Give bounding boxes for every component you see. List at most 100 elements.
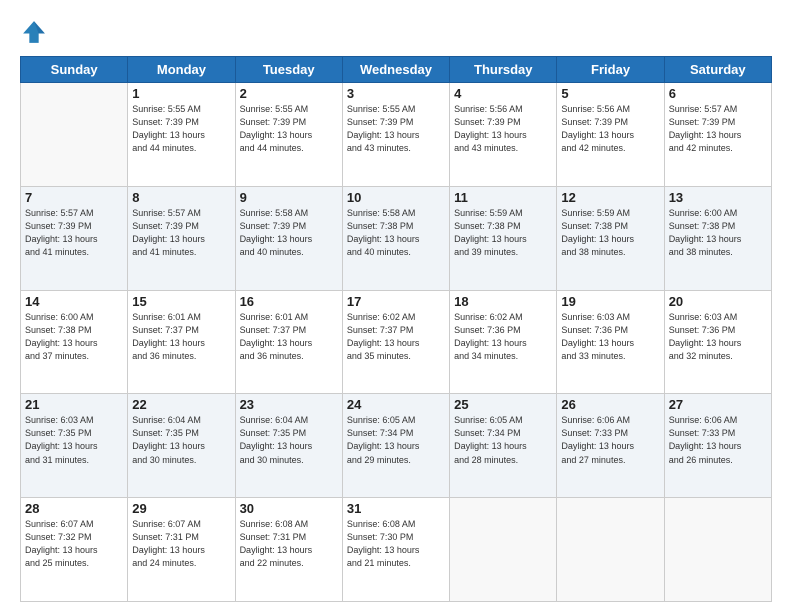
- day-number: 31: [347, 501, 445, 516]
- day-number: 21: [25, 397, 123, 412]
- day-info: Sunrise: 6:01 AMSunset: 7:37 PMDaylight:…: [132, 311, 230, 363]
- calendar-cell: 27 Sunrise: 6:06 AMSunset: 7:33 PMDayligh…: [664, 394, 771, 498]
- header: [20, 18, 772, 46]
- day-number: 11: [454, 190, 552, 205]
- day-info: Sunrise: 6:07 AMSunset: 7:31 PMDaylight:…: [132, 518, 230, 570]
- calendar-cell: 23 Sunrise: 6:04 AMSunset: 7:35 PMDayligh…: [235, 394, 342, 498]
- day-info: Sunrise: 5:55 AMSunset: 7:39 PMDaylight:…: [347, 103, 445, 155]
- day-number: 7: [25, 190, 123, 205]
- day-info: Sunrise: 6:07 AMSunset: 7:32 PMDaylight:…: [25, 518, 123, 570]
- calendar-cell: 21 Sunrise: 6:03 AMSunset: 7:35 PMDayligh…: [21, 394, 128, 498]
- calendar-cell: 1 Sunrise: 5:55 AMSunset: 7:39 PMDaylight…: [128, 83, 235, 187]
- day-number: 25: [454, 397, 552, 412]
- calendar-cell: 9Sunrise: 5:58 AMSunset: 7:39 PMDaylight…: [235, 186, 342, 290]
- calendar-cell: 19 Sunrise: 6:03 AMSunset: 7:36 PMDayligh…: [557, 290, 664, 394]
- day-number: 4: [454, 86, 552, 101]
- day-number: 27: [669, 397, 767, 412]
- day-number: 17: [347, 294, 445, 309]
- day-info: Sunrise: 6:04 AMSunset: 7:35 PMDaylight:…: [132, 414, 230, 466]
- day-info: Sunrise: 5:55 AMSunset: 7:39 PMDaylight:…: [240, 103, 338, 155]
- day-number: 3: [347, 86, 445, 101]
- day-info: Sunrise: 6:02 AMSunset: 7:36 PMDaylight:…: [454, 311, 552, 363]
- calendar-cell: 3 Sunrise: 5:55 AMSunset: 7:39 PMDaylight…: [342, 83, 449, 187]
- calendar-cell: 31 Sunrise: 6:08 AMSunset: 7:30 PMDayligh…: [342, 498, 449, 602]
- week-row-3: 14Sunrise: 6:00 AMSunset: 7:38 PMDayligh…: [21, 290, 772, 394]
- day-info: Sunrise: 6:08 AMSunset: 7:31 PMDaylight:…: [240, 518, 338, 570]
- logo-icon: [20, 18, 48, 46]
- calendar-cell: 15 Sunrise: 6:01 AMSunset: 7:37 PMDayligh…: [128, 290, 235, 394]
- day-info: Sunrise: 6:03 AMSunset: 7:36 PMDaylight:…: [669, 311, 767, 363]
- day-number: 24: [347, 397, 445, 412]
- week-row-4: 21 Sunrise: 6:03 AMSunset: 7:35 PMDayligh…: [21, 394, 772, 498]
- calendar-cell: 22Sunrise: 6:04 AMSunset: 7:35 PMDayligh…: [128, 394, 235, 498]
- day-info: Sunrise: 6:00 AMSunset: 7:38 PMDaylight:…: [669, 207, 767, 259]
- calendar-cell: 29Sunrise: 6:07 AMSunset: 7:31 PMDayligh…: [128, 498, 235, 602]
- day-number: 12: [561, 190, 659, 205]
- weekday-monday: Monday: [128, 57, 235, 83]
- calendar-cell: 30 Sunrise: 6:08 AMSunset: 7:31 PMDayligh…: [235, 498, 342, 602]
- day-info: Sunrise: 5:56 AMSunset: 7:39 PMDaylight:…: [454, 103, 552, 155]
- calendar-cell: 24Sunrise: 6:05 AMSunset: 7:34 PMDayligh…: [342, 394, 449, 498]
- day-number: 20: [669, 294, 767, 309]
- day-number: 19: [561, 294, 659, 309]
- day-number: 28: [25, 501, 123, 516]
- page: SundayMondayTuesdayWednesdayThursdayFrid…: [0, 0, 792, 612]
- day-info: Sunrise: 6:06 AMSunset: 7:33 PMDaylight:…: [561, 414, 659, 466]
- calendar-cell: 8 Sunrise: 5:57 AMSunset: 7:39 PMDaylight…: [128, 186, 235, 290]
- day-info: Sunrise: 5:56 AMSunset: 7:39 PMDaylight:…: [561, 103, 659, 155]
- day-info: Sunrise: 6:01 AMSunset: 7:37 PMDaylight:…: [240, 311, 338, 363]
- calendar-cell: 10 Sunrise: 5:58 AMSunset: 7:38 PMDayligh…: [342, 186, 449, 290]
- calendar-cell: [450, 498, 557, 602]
- calendar-cell: 4 Sunrise: 5:56 AMSunset: 7:39 PMDaylight…: [450, 83, 557, 187]
- week-row-1: 1 Sunrise: 5:55 AMSunset: 7:39 PMDaylight…: [21, 83, 772, 187]
- calendar-cell: 7 Sunrise: 5:57 AMSunset: 7:39 PMDaylight…: [21, 186, 128, 290]
- calendar-cell: 11 Sunrise: 5:59 AMSunset: 7:38 PMDayligh…: [450, 186, 557, 290]
- weekday-tuesday: Tuesday: [235, 57, 342, 83]
- day-number: 1: [132, 86, 230, 101]
- day-info: Sunrise: 6:03 AMSunset: 7:36 PMDaylight:…: [561, 311, 659, 363]
- calendar-cell: 25 Sunrise: 6:05 AMSunset: 7:34 PMDayligh…: [450, 394, 557, 498]
- day-info: Sunrise: 5:55 AMSunset: 7:39 PMDaylight:…: [132, 103, 230, 155]
- day-info: Sunrise: 5:57 AMSunset: 7:39 PMDaylight:…: [669, 103, 767, 155]
- calendar-cell: 2 Sunrise: 5:55 AMSunset: 7:39 PMDaylight…: [235, 83, 342, 187]
- calendar-cell: [664, 498, 771, 602]
- calendar-cell: 20 Sunrise: 6:03 AMSunset: 7:36 PMDayligh…: [664, 290, 771, 394]
- day-info: Sunrise: 6:05 AMSunset: 7:34 PMDaylight:…: [454, 414, 552, 466]
- day-number: 5: [561, 86, 659, 101]
- calendar-cell: 28 Sunrise: 6:07 AMSunset: 7:32 PMDayligh…: [21, 498, 128, 602]
- day-number: 23: [240, 397, 338, 412]
- day-number: 16: [240, 294, 338, 309]
- day-info: Sunrise: 5:59 AMSunset: 7:38 PMDaylight:…: [561, 207, 659, 259]
- day-number: 10: [347, 190, 445, 205]
- day-info: Sunrise: 6:04 AMSunset: 7:35 PMDaylight:…: [240, 414, 338, 466]
- day-info: Sunrise: 6:08 AMSunset: 7:30 PMDaylight:…: [347, 518, 445, 570]
- calendar: SundayMondayTuesdayWednesdayThursdayFrid…: [20, 56, 772, 602]
- day-info: Sunrise: 5:57 AMSunset: 7:39 PMDaylight:…: [25, 207, 123, 259]
- calendar-cell: 14Sunrise: 6:00 AMSunset: 7:38 PMDayligh…: [21, 290, 128, 394]
- day-number: 15: [132, 294, 230, 309]
- logo: [20, 18, 52, 46]
- day-number: 2: [240, 86, 338, 101]
- day-number: 30: [240, 501, 338, 516]
- calendar-cell: 17 Sunrise: 6:02 AMSunset: 7:37 PMDayligh…: [342, 290, 449, 394]
- calendar-cell: 5 Sunrise: 5:56 AMSunset: 7:39 PMDaylight…: [557, 83, 664, 187]
- calendar-cell: 6Sunrise: 5:57 AMSunset: 7:39 PMDaylight…: [664, 83, 771, 187]
- day-info: Sunrise: 5:57 AMSunset: 7:39 PMDaylight:…: [132, 207, 230, 259]
- day-info: Sunrise: 5:59 AMSunset: 7:38 PMDaylight:…: [454, 207, 552, 259]
- day-info: Sunrise: 5:58 AMSunset: 7:39 PMDaylight:…: [240, 207, 338, 259]
- week-row-5: 28 Sunrise: 6:07 AMSunset: 7:32 PMDayligh…: [21, 498, 772, 602]
- day-info: Sunrise: 5:58 AMSunset: 7:38 PMDaylight:…: [347, 207, 445, 259]
- day-number: 8: [132, 190, 230, 205]
- weekday-saturday: Saturday: [664, 57, 771, 83]
- calendar-cell: 18Sunrise: 6:02 AMSunset: 7:36 PMDayligh…: [450, 290, 557, 394]
- weekday-sunday: Sunday: [21, 57, 128, 83]
- day-info: Sunrise: 6:03 AMSunset: 7:35 PMDaylight:…: [25, 414, 123, 466]
- day-info: Sunrise: 6:00 AMSunset: 7:38 PMDaylight:…: [25, 311, 123, 363]
- day-info: Sunrise: 6:06 AMSunset: 7:33 PMDaylight:…: [669, 414, 767, 466]
- calendar-cell: 12 Sunrise: 5:59 AMSunset: 7:38 PMDayligh…: [557, 186, 664, 290]
- weekday-wednesday: Wednesday: [342, 57, 449, 83]
- day-info: Sunrise: 6:02 AMSunset: 7:37 PMDaylight:…: [347, 311, 445, 363]
- calendar-cell: 16 Sunrise: 6:01 AMSunset: 7:37 PMDayligh…: [235, 290, 342, 394]
- calendar-cell: [557, 498, 664, 602]
- calendar-cell: 26Sunrise: 6:06 AMSunset: 7:33 PMDayligh…: [557, 394, 664, 498]
